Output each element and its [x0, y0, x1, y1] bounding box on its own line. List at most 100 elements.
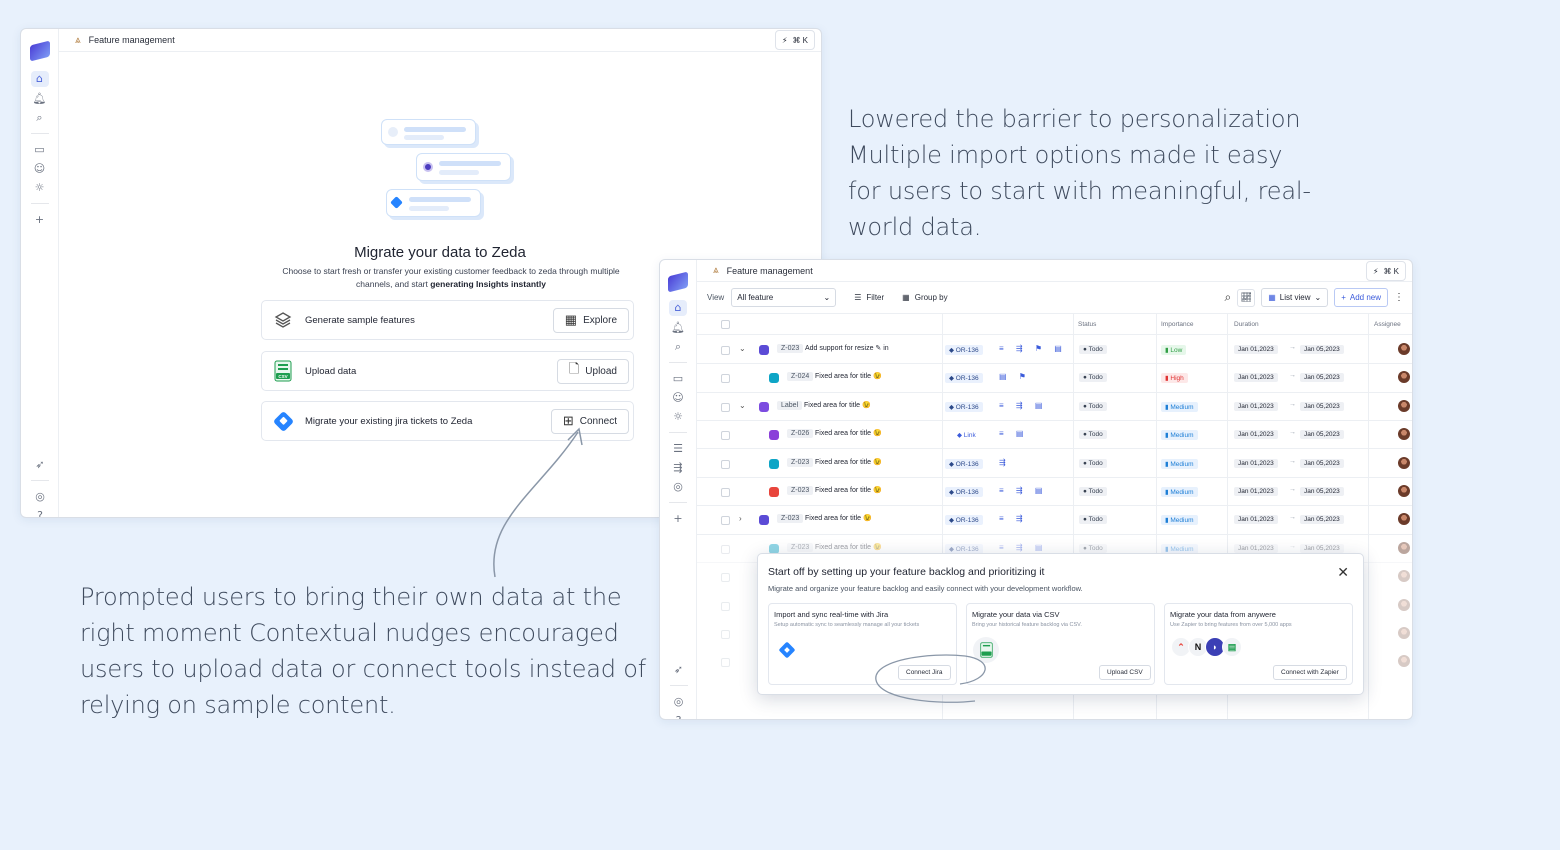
feature-title[interactable]: Fixed area for title 😉 [815, 429, 882, 437]
table-row[interactable]: Z-023 Fixed area for title 😉 ◆ OR-136 ⇶ ● To… [697, 450, 1412, 478]
end-date[interactable]: Jan 05,2023 [1300, 430, 1344, 440]
table-row[interactable]: Z-026 Fixed area for title 😉 ◆ Link ≡ ▤ ● To… [697, 421, 1412, 450]
view-select[interactable]: All feature ⌄ [731, 288, 837, 307]
connect-jira-button[interactable]: Connect Jira [898, 665, 951, 680]
avatar[interactable] [1398, 627, 1410, 639]
linked-ticket-tag[interactable]: ◆ OR-136 [945, 401, 983, 412]
search-icon[interactable]: ⌕ [671, 340, 685, 354]
row-action-icons[interactable]: ≡ ▤ [999, 429, 1028, 438]
start-date[interactable]: Jan 01,2023 [1234, 373, 1278, 383]
row-checkbox[interactable] [721, 658, 730, 668]
row-checkbox[interactable] [721, 431, 730, 441]
start-date[interactable]: Jan 01,2023 [1234, 458, 1278, 468]
feature-title[interactable]: Fixed area for title 😉 [815, 543, 882, 551]
message-icon[interactable]: ▭ [33, 143, 47, 157]
importance-badge[interactable]: ▮ High [1161, 373, 1188, 384]
end-date[interactable]: Jan 05,2023 [1300, 401, 1344, 411]
chart-icon[interactable]: 📈︎ [1237, 288, 1256, 307]
feature-title[interactable]: Fixed area for title 😉 [815, 372, 882, 380]
feature-title[interactable]: Fixed area for title 😉 [804, 401, 871, 409]
contacts-icon[interactable]: ☺ [33, 162, 47, 176]
linked-ticket-tag[interactable]: ◆ OR-136 [945, 458, 983, 469]
linked-ticket-tag[interactable]: ◆ OR-136 [945, 515, 983, 526]
select-all-checkbox[interactable] [721, 320, 730, 329]
home-icon[interactable]: ⌂ [30, 71, 49, 87]
table-row[interactable]: ⌄ Label Fixed area for title 😉 ◆ OR-136 ≡ ⇶ … [697, 393, 1412, 422]
status-badge[interactable]: ● Todo [1079, 401, 1107, 411]
start-date[interactable]: Jan 01,2023 [1234, 543, 1278, 553]
end-date[interactable]: Jan 05,2023 [1300, 373, 1344, 383]
command-button[interactable]: ⚡︎ ⌘ K [1365, 261, 1406, 281]
row-checkbox[interactable] [721, 374, 730, 384]
rocket-icon[interactable]: ➶ [33, 458, 47, 472]
list-view-select[interactable]: ▦ List view ⌄ [1261, 288, 1329, 307]
connect-zapier-button[interactable]: Connect with Zapier [1273, 665, 1347, 680]
connect-button[interactable]: ⊞ Connect [550, 408, 629, 434]
list-icon[interactable]: ☰ [671, 442, 685, 456]
command-button[interactable]: ⚡︎ ⌘ K [774, 30, 815, 50]
home-icon[interactable]: ⌂ [669, 300, 687, 316]
avatar[interactable] [1398, 541, 1410, 554]
expand-chevron-icon[interactable]: ⌄ [739, 401, 746, 410]
option-upload-data[interactable]: CSV Upload data 🗋︎ Upload [261, 351, 634, 391]
feature-title[interactable]: Add support for resize ✎ in [805, 344, 889, 352]
table-row[interactable]: › Z-023 Fixed area for title 😉 ◆ OR-136 ≡ ⇶ ●… [697, 506, 1412, 535]
row-checkbox[interactable] [721, 573, 730, 583]
feature-title[interactable]: Fixed area for title 😉 [815, 486, 882, 494]
linked-ticket-tag[interactable]: ◆ OR-136 [945, 345, 983, 355]
search-icon[interactable]: ⌕ [33, 111, 47, 125]
avatar[interactable] [1398, 598, 1410, 611]
bell-icon[interactable]: 🔔︎ [33, 92, 47, 106]
status-badge[interactable]: ● Todo [1079, 373, 1107, 383]
status-badge[interactable]: ● Todo [1079, 345, 1107, 354]
row-action-icons[interactable]: ≡ ⇶ ▤ [999, 401, 1047, 410]
bell-icon[interactable]: 🔔︎ [671, 321, 685, 335]
row-action-icons[interactable]: ≡ ⇶ ▤ [999, 543, 1047, 552]
row-checkbox[interactable] [721, 601, 730, 611]
upload-csv-button[interactable]: Upload CSV [1099, 665, 1151, 680]
importance-badge[interactable]: ▮ Medium [1161, 430, 1198, 441]
importance-badge[interactable]: ▮ Medium [1161, 487, 1198, 497]
importance-badge[interactable]: ▮ Low [1161, 345, 1187, 355]
importance-badge[interactable]: ▮ Medium [1161, 515, 1198, 526]
upload-button[interactable]: 🗋︎ Upload [556, 358, 629, 384]
avatar[interactable] [1398, 399, 1410, 412]
compass-icon[interactable]: ◎ [672, 695, 686, 709]
plus-icon[interactable]: + [671, 512, 685, 526]
explore-button[interactable]: ▦ Explore [552, 307, 629, 333]
add-new-button[interactable]: + Add new [1334, 288, 1388, 307]
search-icon[interactable]: ⌕ [1225, 290, 1232, 305]
group-by-button[interactable]: ▦ Group by [902, 293, 947, 302]
start-date[interactable]: Jan 01,2023 [1234, 345, 1278, 354]
end-date[interactable]: Jan 05,2023 [1300, 345, 1344, 354]
avatar[interactable] [1398, 428, 1410, 441]
row-checkbox[interactable] [721, 402, 730, 412]
end-date[interactable]: Jan 05,2023 [1300, 543, 1344, 553]
status-badge[interactable]: ● Todo [1079, 430, 1107, 440]
row-checkbox[interactable] [721, 459, 730, 469]
message-icon[interactable]: ▭ [671, 372, 685, 386]
end-date[interactable]: Jan 05,2023 [1300, 487, 1344, 496]
avatar[interactable] [1398, 371, 1410, 384]
status-badge[interactable]: ● Todo [1079, 543, 1107, 553]
feature-title[interactable]: Fixed area for title 😉 [815, 458, 882, 466]
avatar[interactable] [1398, 570, 1410, 583]
help-icon[interactable]: ? [33, 509, 47, 517]
compass-icon[interactable]: ◎ [33, 490, 47, 504]
more-icon[interactable]: ⋮ [1394, 292, 1404, 303]
table-row[interactable]: Z-024 Fixed area for title 😉 ◆ OR-136 ▤ ⚑ ● … [697, 364, 1412, 393]
avatar[interactable] [1398, 485, 1410, 497]
feature-title[interactable]: Fixed area for title 😉 [805, 514, 872, 522]
status-badge[interactable]: ● Todo [1079, 458, 1107, 468]
close-icon[interactable]: ✕ [1337, 564, 1349, 581]
row-action-icons[interactable]: ≡ ⇶ ⚑ ▤ [999, 344, 1067, 353]
rocket-icon[interactable]: ➶ [672, 663, 686, 677]
help-icon[interactable]: ? [672, 714, 686, 719]
row-action-icons[interactable]: ▤ ⚑ [999, 372, 1031, 381]
avatar[interactable] [1398, 456, 1410, 469]
table-row[interactable]: Z-023 Fixed area for title 😉 ◆ OR-136 ≡ ⇶ ▤… [697, 478, 1412, 507]
start-date[interactable]: Jan 01,2023 [1234, 401, 1278, 411]
row-action-icons[interactable]: ≡ ⇶ [999, 514, 1028, 523]
filter-button[interactable]: ☰ Filter [854, 293, 884, 302]
bulb-icon[interactable]: ☼ [671, 410, 685, 424]
